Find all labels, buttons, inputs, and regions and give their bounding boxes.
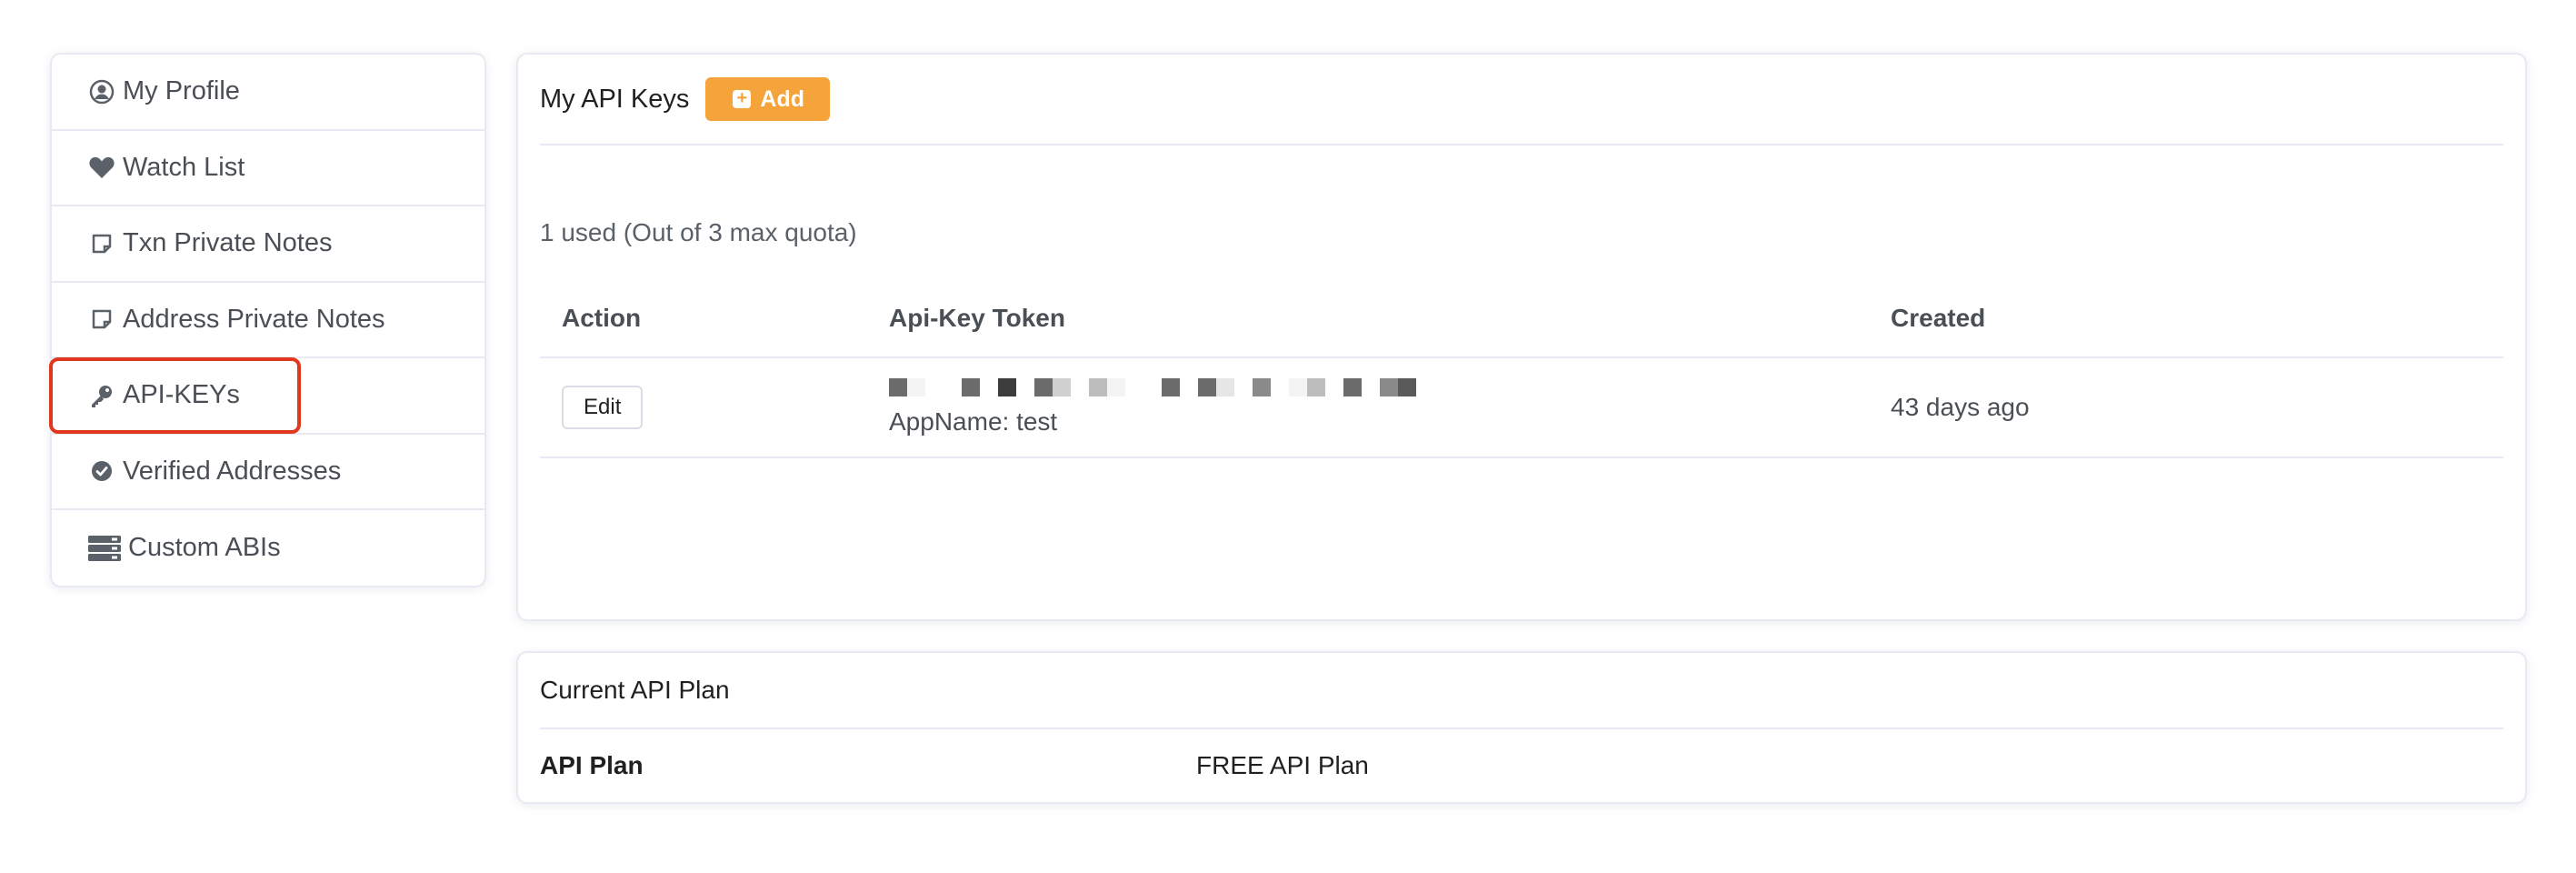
account-sidebar: My Profile Watch List Txn Private Notes … [50,53,486,587]
api-plan-value: FREE API Plan [1196,751,1369,779]
sidebar-item-verified-addresses[interactable]: Verified Addresses [52,435,484,510]
api-keys-table: Action Api-Key Token Created Edit AppNam… [540,280,2503,458]
sidebar-item-label: Verified Addresses [123,456,342,486]
column-header-token: Api-Key Token [889,304,1065,332]
table-row: Edit AppName: test 43 days ago [540,358,2503,458]
user-circle-icon [88,78,115,105]
api-keys-title: My API Keys [540,84,690,114]
key-icon [88,382,115,409]
sidebar-item-address-private-notes[interactable]: Address Private Notes [52,283,484,358]
column-header-created: Created [1891,304,1986,332]
created-date: 43 days ago [1891,393,2030,421]
api-keys-header: My API Keys + Add [540,55,2503,146]
sidebar-item-label: Custom ABIs [128,533,281,563]
api-plan-row: API Plan FREE API Plan [540,728,2503,804]
token-cell: AppName: test [889,378,1891,436]
table-header: Action Api-Key Token Created [540,280,2503,358]
quota-text: 1 used (Out of 3 max quota) [540,218,857,246]
api-plan-title: Current API Plan [540,653,2503,729]
redacted-token [889,378,1891,396]
api-keys-card: My API Keys + Add 1 used (Out of 3 max q… [516,53,2527,621]
plus-square-icon: + [733,89,752,108]
edit-button[interactable]: Edit [562,386,644,429]
sidebar-item-label: Address Private Notes [123,304,385,334]
api-plan-label: API Plan [540,751,644,779]
heart-icon [88,154,115,181]
app-name: AppName: test [889,407,1058,436]
sidebar-item-label: My Profile [123,76,240,106]
sidebar-item-txn-private-notes[interactable]: Txn Private Notes [52,206,484,283]
server-icon [88,535,121,562]
add-button-label: Add [760,85,804,112]
action-cell: Edit [540,386,889,429]
sidebar-item-label: Txn Private Notes [123,228,333,258]
sidebar-item-my-profile[interactable]: My Profile [52,55,484,131]
sticky-note-icon [88,306,115,333]
api-plan-card: Current API Plan API Plan FREE API Plan [516,651,2527,804]
sidebar-item-custom-abis[interactable]: Custom ABIs [52,510,484,586]
sidebar-item-label: Watch List [123,152,245,182]
add-api-key-button[interactable]: + Add [705,77,830,121]
sticky-note-icon [88,230,115,257]
sidebar-item-api-keys[interactable]: API-KEYs [52,358,484,435]
sidebar-item-label: API-KEYs [123,380,240,410]
sidebar-item-watch-list[interactable]: Watch List [52,131,484,206]
column-header-action: Action [562,304,642,332]
check-badge-icon [88,457,115,485]
